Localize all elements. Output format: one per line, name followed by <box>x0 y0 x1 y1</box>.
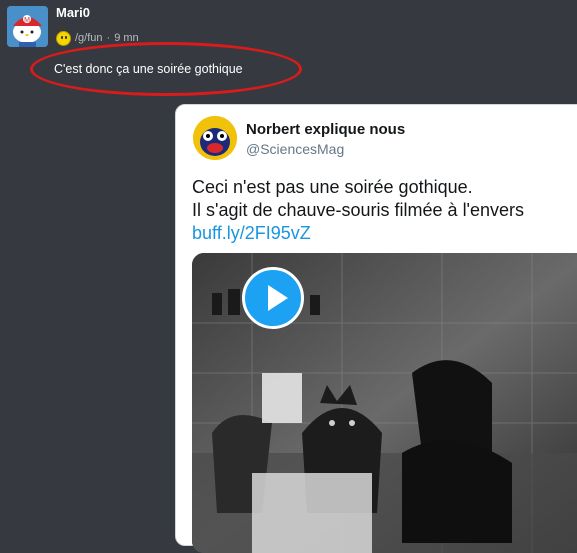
svg-text:M: M <box>24 17 30 24</box>
message-text: C'est donc ça une soirée gothique <box>54 62 243 76</box>
smiley-icon <box>56 30 71 46</box>
tweet-author-name[interactable]: Norbert explique nous <box>246 121 405 138</box>
separator: · <box>106 32 111 44</box>
forum-link[interactable]: /g/fun <box>75 32 103 44</box>
user-avatar[interactable]: M <box>7 6 48 47</box>
tweet-link[interactable]: buff.ly/2FI95vZ <box>192 222 577 245</box>
embedded-tweet[interactable]: Norbert explique nous @SciencesMag Ceci … <box>175 104 577 553</box>
tweet-line-2: Il s'agit de chauve-souris filmée à l'en… <box>192 200 525 220</box>
tweet-author-handle[interactable]: @SciencesMag <box>246 141 344 157</box>
tweet-author-avatar[interactable] <box>193 116 237 160</box>
tweet-line-1: Ceci n'est pas une soirée gothique. <box>192 177 473 197</box>
tweet-text: Ceci n'est pas une soirée gothique. Il s… <box>192 176 577 245</box>
username[interactable]: Mari0 <box>56 5 90 20</box>
play-icon[interactable] <box>242 267 304 329</box>
